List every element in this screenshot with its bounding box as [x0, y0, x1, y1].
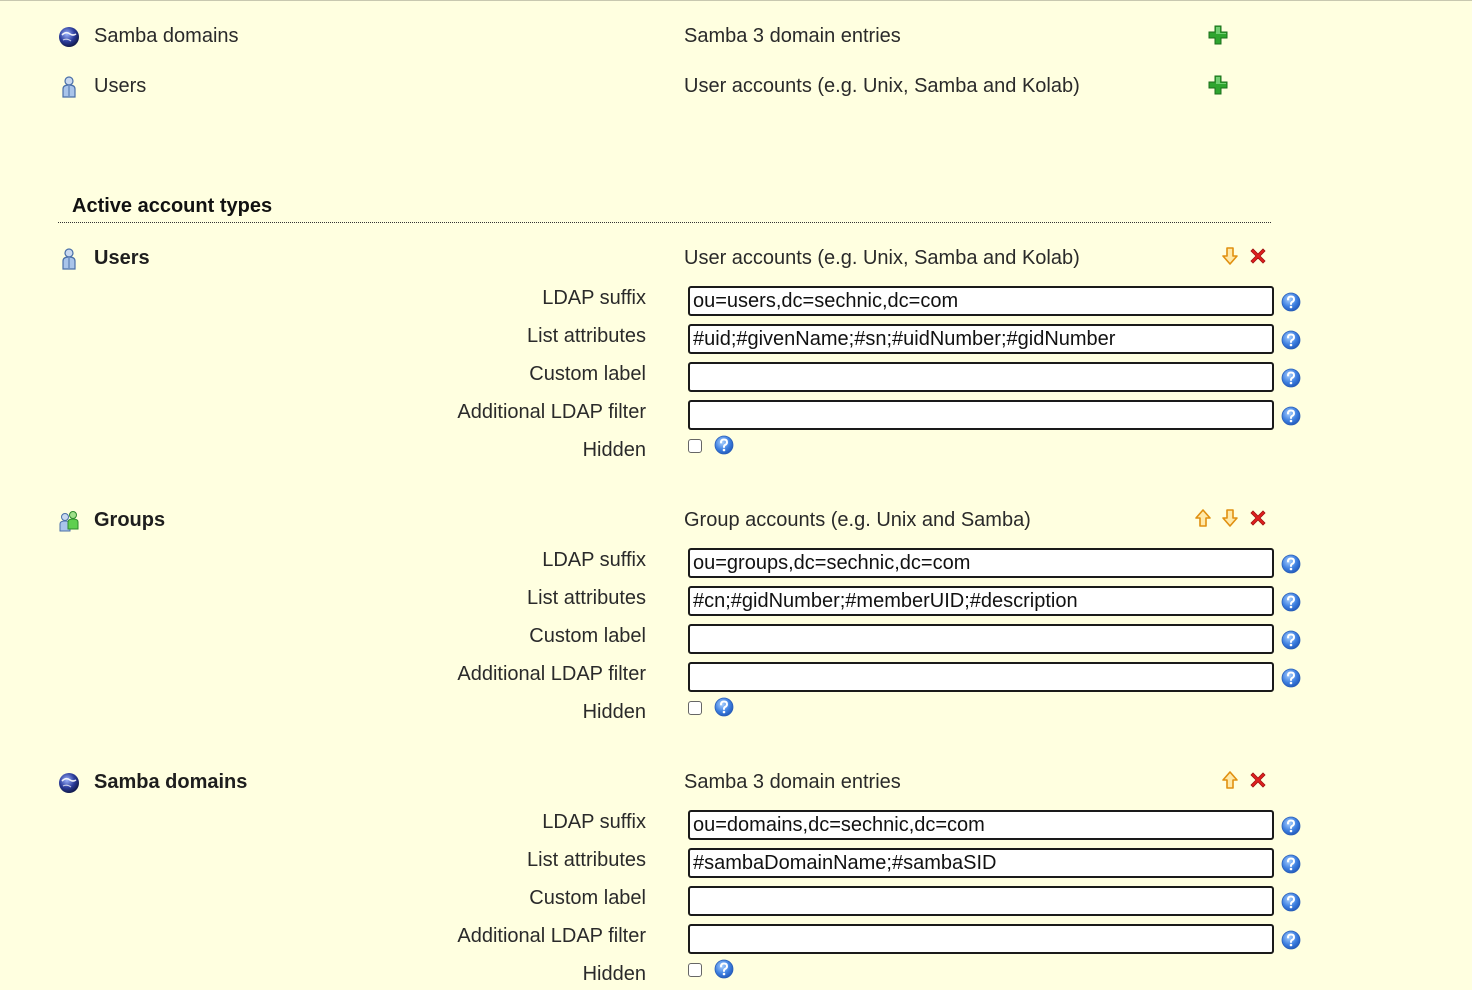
available-type-description: User accounts (e.g. Unix, Samba and Kola…: [684, 75, 1080, 97]
help-icon[interactable]: [1281, 406, 1301, 426]
active-type-name: Samba domains: [94, 771, 248, 793]
help-icon[interactable]: [1281, 368, 1301, 388]
hidden-checkbox[interactable]: [688, 701, 702, 715]
delete-type-button[interactable]: [1247, 507, 1269, 529]
section-divider: [58, 222, 1271, 223]
user-icon: [57, 247, 81, 271]
additional-filter-input[interactable]: [688, 400, 1274, 430]
hidden-label: Hidden: [582, 439, 646, 461]
list-attributes-label: List attributes: [527, 587, 646, 609]
custom-label-label: Custom label: [529, 363, 646, 385]
hidden-checkbox[interactable]: [688, 963, 702, 977]
active-type-description: User accounts (e.g. Unix, Samba and Kola…: [684, 247, 1080, 269]
additional-filter-input[interactable]: [688, 662, 1274, 692]
move-down-button[interactable]: [1219, 245, 1241, 267]
group-icon: [57, 509, 81, 533]
help-icon[interactable]: [1281, 816, 1301, 836]
hidden-checkbox[interactable]: [688, 439, 702, 453]
move-up-button[interactable]: [1219, 769, 1241, 791]
ldap-suffix-input[interactable]: [688, 286, 1274, 316]
help-icon[interactable]: [1281, 554, 1301, 574]
custom-label-input[interactable]: [688, 362, 1274, 392]
custom-label-input[interactable]: [688, 886, 1274, 916]
additional-filter-label: Additional LDAP filter: [457, 401, 646, 423]
help-icon[interactable]: [714, 959, 734, 979]
delete-type-button[interactable]: [1247, 245, 1269, 267]
help-icon[interactable]: [1281, 892, 1301, 912]
active-type-name: Groups: [94, 509, 166, 531]
custom-label-label: Custom label: [529, 887, 646, 909]
help-icon[interactable]: [1281, 930, 1301, 950]
list-attributes-input[interactable]: [688, 586, 1274, 616]
list-attributes-input[interactable]: [688, 324, 1274, 354]
add-type-button[interactable]: [1207, 24, 1229, 46]
help-icon[interactable]: [714, 697, 734, 717]
available-type-name: Users: [94, 75, 147, 97]
samba-domain-icon: [57, 771, 81, 795]
help-icon[interactable]: [1281, 292, 1301, 312]
help-icon[interactable]: [714, 435, 734, 455]
move-up-button[interactable]: [1192, 507, 1214, 529]
delete-type-button[interactable]: [1247, 769, 1269, 791]
hidden-label: Hidden: [582, 701, 646, 723]
available-type-description: Samba 3 domain entries: [684, 25, 901, 47]
ldap-suffix-label: LDAP suffix: [542, 811, 646, 833]
move-down-button[interactable]: [1219, 507, 1241, 529]
help-icon[interactable]: [1281, 668, 1301, 688]
ldap-suffix-input[interactable]: [688, 810, 1274, 840]
active-type-description: Group accounts (e.g. Unix and Samba): [684, 509, 1031, 531]
ldap-suffix-input[interactable]: [688, 548, 1274, 578]
custom-label-label: Custom label: [529, 625, 646, 647]
help-icon[interactable]: [1281, 630, 1301, 650]
custom-label-input[interactable]: [688, 624, 1274, 654]
list-attributes-label: List attributes: [527, 325, 646, 347]
help-icon[interactable]: [1281, 592, 1301, 612]
list-attributes-input[interactable]: [688, 848, 1274, 878]
ldap-suffix-label: LDAP suffix: [542, 549, 646, 571]
hidden-label: Hidden: [582, 963, 646, 985]
ldap-suffix-label: LDAP suffix: [542, 287, 646, 309]
active-type-description: Samba 3 domain entries: [684, 771, 901, 793]
available-type-name: Samba domains: [94, 25, 239, 47]
additional-filter-label: Additional LDAP filter: [457, 663, 646, 685]
additional-filter-input[interactable]: [688, 924, 1274, 954]
section-title: Active account types: [72, 195, 273, 217]
additional-filter-label: Additional LDAP filter: [457, 925, 646, 947]
add-type-button[interactable]: [1207, 74, 1229, 96]
active-type-name: Users: [94, 247, 150, 269]
list-attributes-label: List attributes: [527, 849, 646, 871]
user-icon: [57, 75, 81, 99]
samba-domain-icon: [57, 25, 81, 49]
help-icon[interactable]: [1281, 330, 1301, 350]
help-icon[interactable]: [1281, 854, 1301, 874]
